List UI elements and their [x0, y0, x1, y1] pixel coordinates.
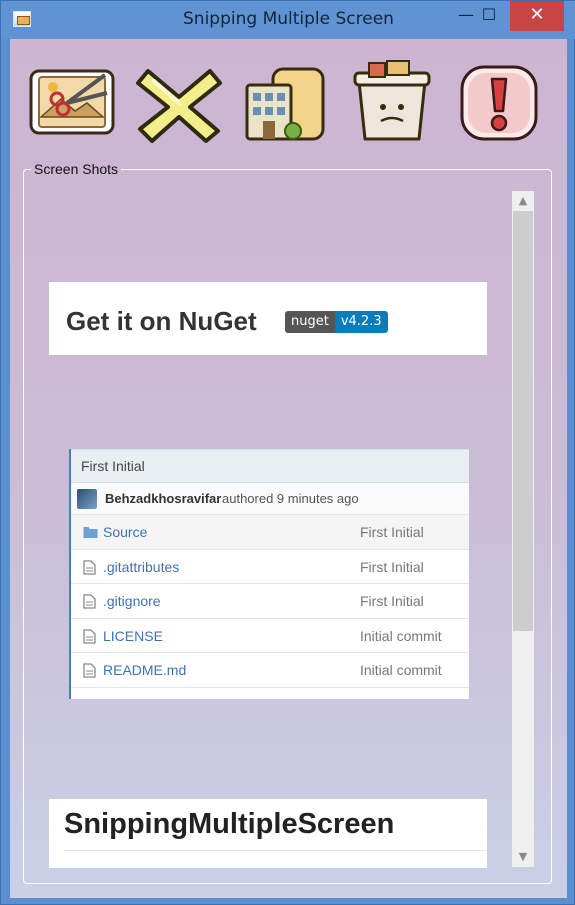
screen-shots-group: Screen Shots Get it on NuGet nuget v4.2.… — [23, 161, 552, 884]
maximize-button[interactable]: ☐ — [467, 1, 511, 31]
file-row: README.md Initial commit — [71, 653, 469, 688]
vertical-scrollbar[interactable]: ▲ ▼ — [512, 191, 534, 867]
nuget-badge: nuget v4.2.3 — [285, 311, 388, 333]
commit-message: Initial commit — [360, 627, 442, 644]
file-row: Source First Initial — [71, 515, 469, 550]
author-name: Behzadkhosravifar — [105, 491, 222, 506]
commit-message: First Initial — [360, 558, 424, 575]
toolbar — [10, 39, 567, 159]
authored-time: authored 9 minutes ago — [222, 491, 359, 506]
screenshot-item[interactable]: SnippingMultipleScreen — [49, 799, 487, 868]
screenshot-list[interactable]: Get it on NuGet nuget v4.2.3 First Initi… — [25, 190, 510, 868]
file-row: LICENSE Initial commit — [71, 619, 469, 653]
close-button[interactable]: ✕ — [510, 1, 564, 31]
project-heading: SnippingMultipleScreen — [64, 808, 395, 840]
file-icon — [83, 594, 96, 609]
file-row: .gitattributes First Initial — [71, 550, 469, 584]
delete-button[interactable] — [134, 59, 224, 145]
folder-building-icon — [245, 67, 325, 141]
app-window: Snipping Multiple Screen — ☐ ✕ Screen Sh… — [0, 0, 575, 905]
avatar — [77, 489, 97, 509]
commit-message: First Initial — [360, 524, 424, 540]
trash-bin-icon — [353, 60, 431, 141]
file-icon — [83, 628, 96, 644]
screenshot-item[interactable]: First Initial Behzadkhosravifar authored… — [69, 449, 469, 699]
commit-message: First Initial — [360, 593, 424, 609]
folder-icon — [83, 527, 98, 538]
about-button[interactable] — [454, 59, 544, 145]
file-name: .gitattributes — [103, 558, 180, 575]
nuget-title: Get it on NuGet — [66, 306, 257, 336]
file-icon — [83, 559, 96, 575]
file-icon — [83, 663, 96, 678]
scroll-up-button[interactable]: ▲ — [512, 191, 534, 211]
commit-author-row: Behzadkhosravifar authored 9 minutes ago — [71, 483, 469, 515]
file-name: Source — [103, 524, 148, 540]
scroll-thumb[interactable] — [513, 211, 533, 631]
file-name: README.md — [103, 662, 187, 678]
badge-label: nuget — [285, 311, 335, 333]
save-button[interactable] — [241, 59, 331, 145]
new-snip-button[interactable] — [27, 59, 117, 145]
divider — [64, 850, 487, 851]
commit-message: Initial commit — [360, 662, 442, 678]
title-bar[interactable]: Snipping Multiple Screen — ☐ ✕ — [1, 1, 575, 39]
badge-version: v4.2.3 — [334, 311, 388, 333]
commit-header: First Initial — [71, 449, 469, 483]
clear-button[interactable] — [347, 59, 437, 145]
exclamation-icon — [460, 65, 538, 141]
file-row: .gitignore First Initial — [71, 584, 469, 619]
screenshot-item[interactable]: Get it on NuGet nuget v4.2.3 — [49, 282, 487, 355]
file-name: LICENSE — [103, 627, 163, 644]
file-name: .gitignore — [103, 593, 161, 609]
client-area: Screen Shots Get it on NuGet nuget v4.2.… — [10, 39, 567, 898]
scissors-picture-icon — [29, 69, 115, 135]
scroll-down-button[interactable]: ▼ — [512, 847, 534, 867]
group-label: Screen Shots — [31, 161, 122, 177]
delete-x-icon — [136, 69, 222, 143]
